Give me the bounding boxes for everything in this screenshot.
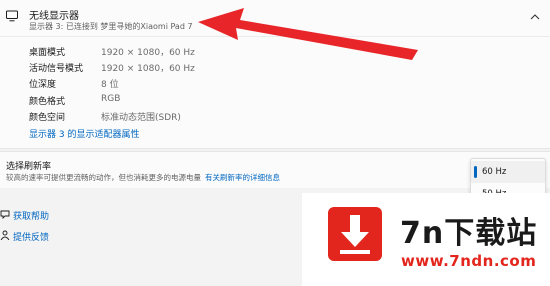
refresh-rate-info-link[interactable]: 有关刷新率的详细信息 <box>205 173 280 182</box>
display-card: 无线显示器 显示器 3: 已连接到 梦里寻她的Xiaomi Pad 7 桌面模式… <box>0 0 550 149</box>
selection-indicator <box>474 166 477 178</box>
color-format-label: 颜色格式 <box>29 97 66 107</box>
get-help-label: 获取帮助 <box>13 212 50 222</box>
refresh-rate-option-label: 60 Hz <box>482 167 507 177</box>
bit-depth-label: 位深度 <box>29 80 57 90</box>
give-feedback-link[interactable]: 提供反馈 <box>0 228 200 246</box>
display-title: 无线显示器 <box>29 11 79 22</box>
color-space-value: 标准动态范围(SDR) <box>101 113 181 123</box>
refresh-rate-card: 选择刷新率 较高的速率可提供更流畅的动作，但也消耗更多的电源电量 有关刷新率的详细… <box>0 151 550 188</box>
refresh-rate-option-60[interactable]: 60 Hz <box>471 161 545 183</box>
active-signal-mode-value: 1920 × 1080，60 Hz <box>101 64 195 74</box>
get-help-link[interactable]: 获取帮助 <box>0 207 200 225</box>
refresh-rate-description: 较高的速率可提供更流畅的动作，但也消耗更多的电源电量 有关刷新率的详细信息 <box>6 172 280 183</box>
watermark-url: www.7ndn.com <box>401 252 537 270</box>
download-logo-icon <box>328 207 382 261</box>
color-format-value: RGB <box>101 94 121 104</box>
feedback-icon <box>0 230 10 240</box>
color-space-label: 颜色空间 <box>29 113 66 123</box>
adapter-properties-link[interactable]: 显示器 3 的显示适配器属性 <box>29 127 139 140</box>
give-feedback-label: 提供反馈 <box>13 233 50 243</box>
monitor-icon <box>6 10 18 22</box>
help-icon <box>0 210 10 219</box>
active-signal-mode-label: 活动信号模式 <box>29 64 84 74</box>
display-subtitle: 显示器 3: 已连接到 梦里寻她的Xiaomi Pad 7 <box>29 22 193 31</box>
desktop-mode-label: 桌面模式 <box>29 48 66 58</box>
watermark-brand: 7n下载站 <box>400 216 538 251</box>
watermark: 7n下载站 www.7ndn.com <box>302 193 550 286</box>
display-header[interactable]: 无线显示器 显示器 3: 已连接到 梦里寻她的Xiaomi Pad 7 <box>0 0 550 37</box>
bit-depth-value: 8 位 <box>101 80 119 90</box>
refresh-rate-description-text: 较高的速率可提供更流畅的动作，但也消耗更多的电源电量 <box>6 173 201 182</box>
chevron-up-icon[interactable] <box>530 13 540 21</box>
desktop-mode-value: 1920 × 1080，60 Hz <box>101 48 195 58</box>
refresh-rate-title: 选择刷新率 <box>6 162 52 172</box>
